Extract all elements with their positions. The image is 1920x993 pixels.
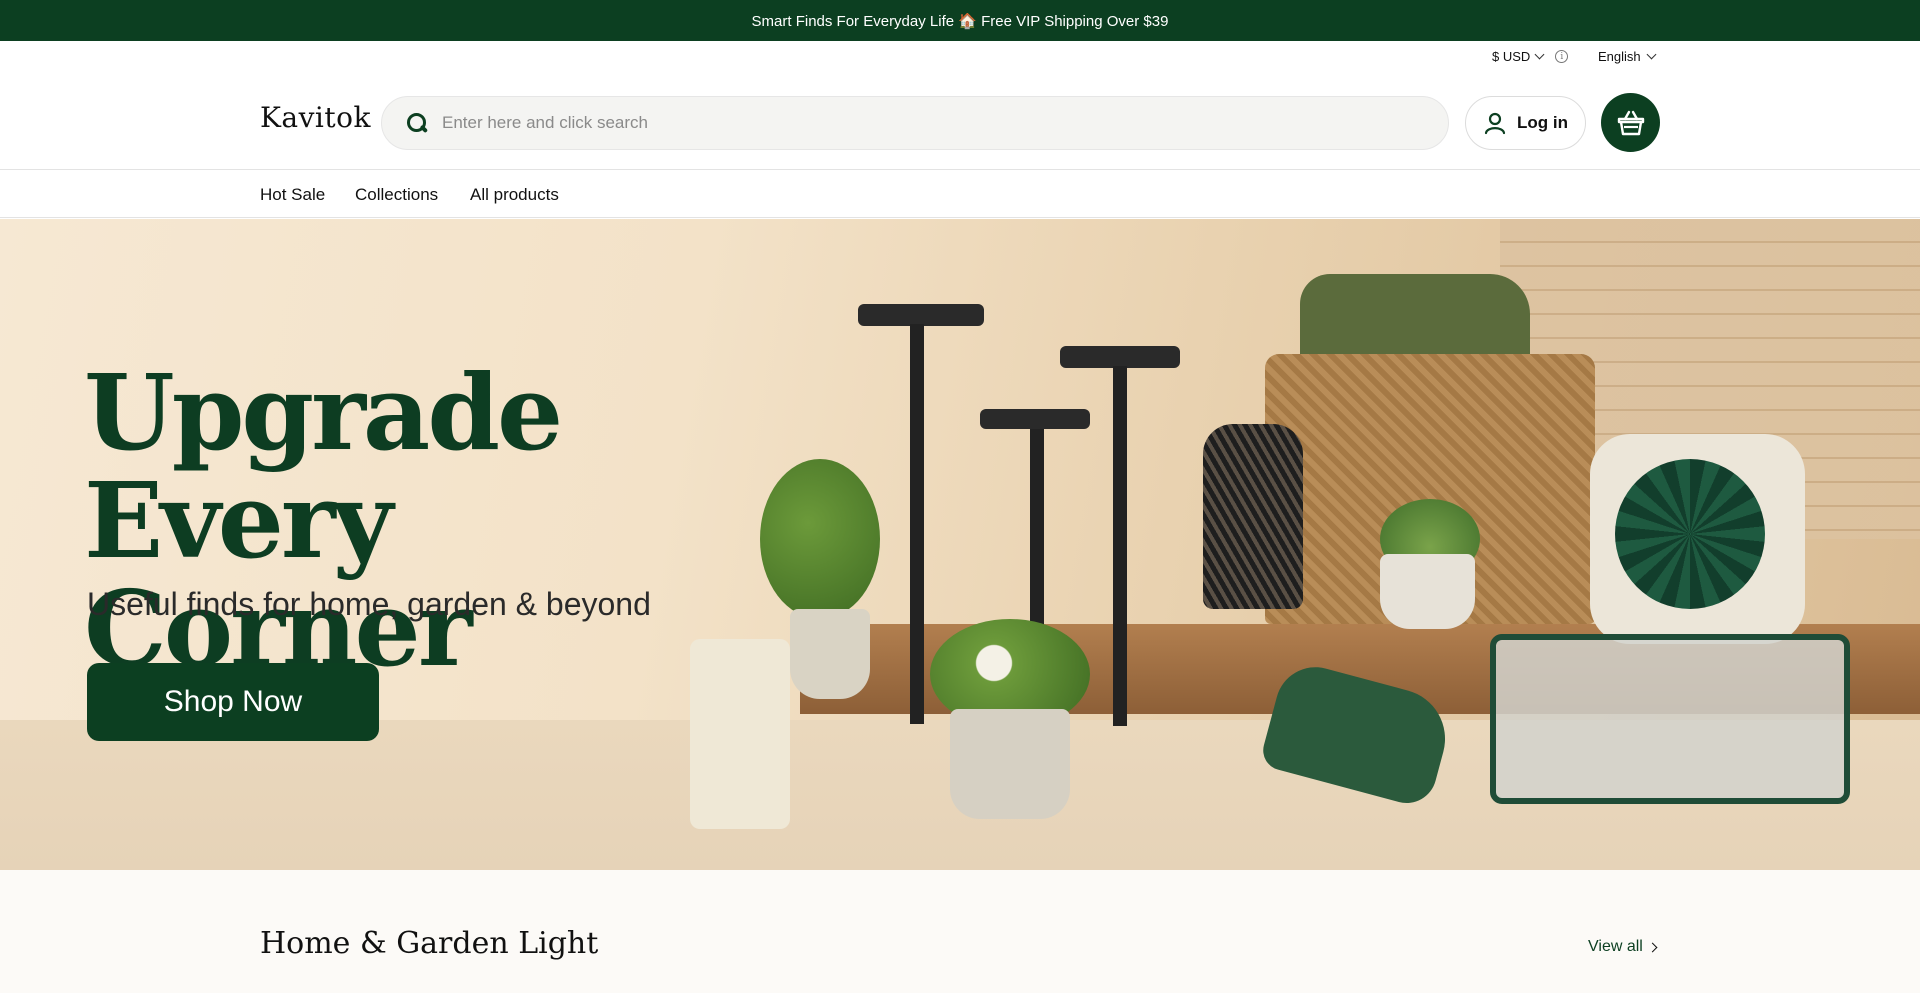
nav-item-collections[interactable]: Collections	[355, 185, 438, 205]
hero-lamp-image	[910, 324, 924, 724]
hero-pot-image	[1380, 554, 1475, 629]
shop-now-button[interactable]: Shop Now	[87, 663, 379, 741]
announcement-text: Smart Finds For Everyday Life 🏠 Free VIP…	[751, 12, 1169, 30]
section-title: Home & Garden Light	[260, 926, 599, 961]
chevron-down-icon	[1646, 49, 1657, 60]
login-label: Log in	[1517, 113, 1568, 132]
info-icon[interactable]: i	[1555, 50, 1569, 63]
search-bar[interactable]	[381, 96, 1449, 150]
nav-item-all-products[interactable]: All products	[470, 185, 559, 205]
chevron-right-icon	[1647, 942, 1658, 952]
hero-headline: Upgrade Every Corner	[84, 351, 563, 690]
hero-pot-image	[950, 709, 1070, 819]
hero-lantern-image	[1203, 424, 1303, 609]
cart-button[interactable]	[1601, 93, 1660, 152]
login-button[interactable]: Log in	[1465, 96, 1586, 150]
view-all-label: View all	[1588, 938, 1643, 955]
hero-lamp-image	[1060, 346, 1180, 368]
main-navigation: Hot Sale Collections All products	[0, 171, 1920, 218]
utility-bar: $ USD i English	[0, 41, 1920, 71]
hero-banner: Upgrade Every Corner Useful finds for ho…	[0, 219, 1920, 870]
basket-icon	[1617, 110, 1644, 135]
site-logo[interactable]: Kavitok	[260, 101, 371, 134]
hero-subheadline: Useful finds for home, garden & beyond	[87, 586, 651, 622]
currency-label: $ USD	[1492, 49, 1531, 64]
search-input[interactable]	[442, 113, 1342, 133]
hero-lamp-image	[1113, 366, 1127, 726]
view-all-link[interactable]: View all	[1588, 938, 1658, 956]
user-icon	[1484, 112, 1506, 135]
chevron-down-icon	[1534, 49, 1545, 60]
language-selector[interactable]: English	[1598, 49, 1657, 64]
nav-item-hot-sale[interactable]: Hot Sale	[260, 185, 325, 205]
announcement-bar: Smart Finds For Everyday Life 🏠 Free VIP…	[0, 0, 1920, 41]
search-icon[interactable]	[406, 112, 428, 134]
language-label: English	[1598, 49, 1641, 64]
featured-section: Home & Garden Light View all	[0, 870, 1920, 993]
hero-lamp-image	[980, 409, 1090, 429]
site-header: Kavitok Log in	[0, 71, 1920, 170]
currency-selector[interactable]: $ USD i	[1492, 49, 1569, 64]
hero-fan-image	[1590, 434, 1805, 644]
hero-lamp-image	[858, 304, 984, 326]
hero-organizer-box-image	[1490, 634, 1850, 804]
